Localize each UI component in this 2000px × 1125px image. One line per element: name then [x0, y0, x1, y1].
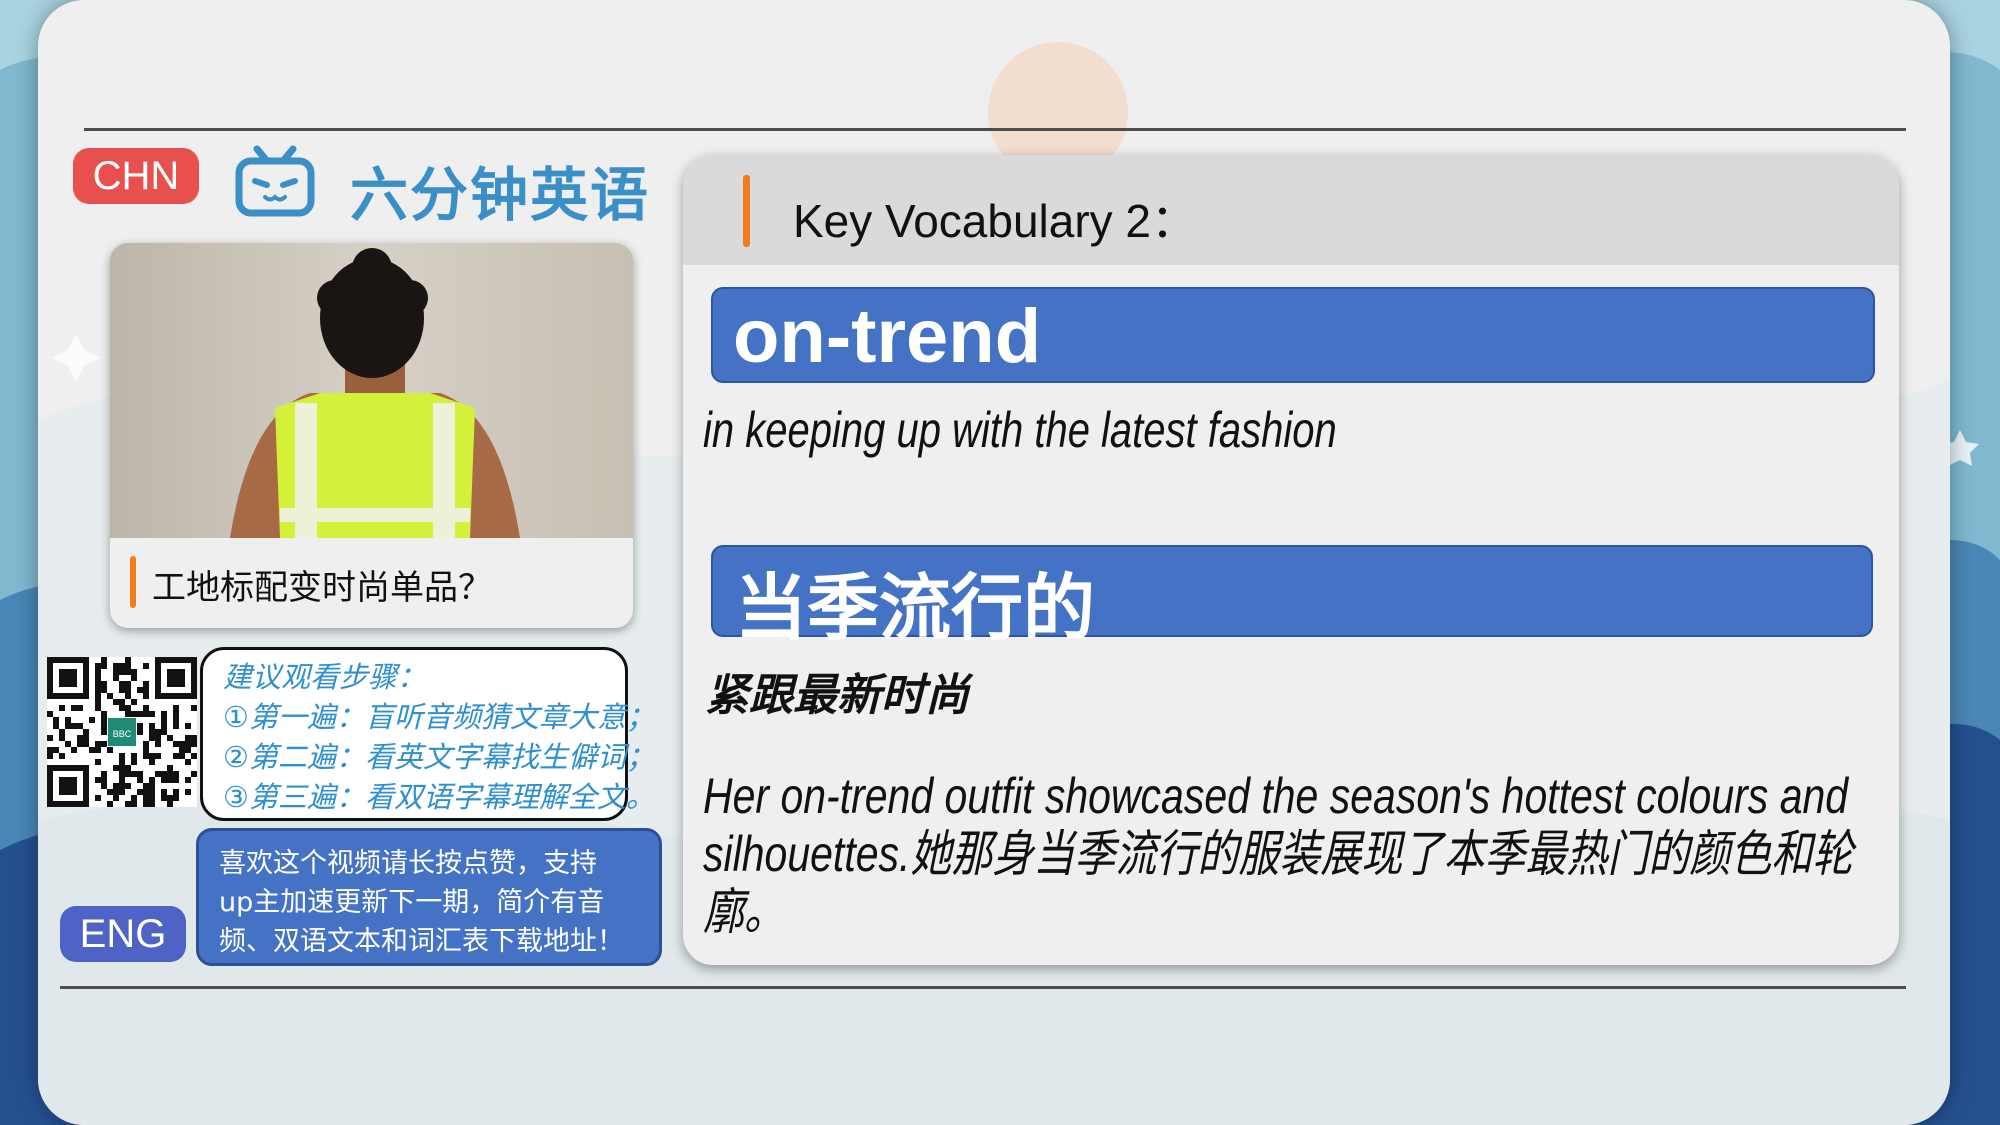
- promo-box: 喜欢这个视频请长按点赞，支持 up主加速更新下一期，简介有音 频、双语文本和词汇…: [196, 828, 662, 966]
- top-divider: [84, 128, 1906, 131]
- header-accent: [743, 175, 750, 247]
- vocabulary-header: Key Vocabulary 2：: [683, 155, 1899, 265]
- caption-accent: [130, 556, 136, 608]
- brand-title: 六分钟英语: [350, 161, 651, 229]
- vocabulary-heading: Key Vocabulary 2：: [793, 195, 1198, 247]
- english-definition: in keeping up with the latest fashion: [703, 402, 1337, 458]
- promo-line-3: 频、双语文本和词汇表下载地址！: [219, 926, 624, 957]
- chinese-definition: 紧跟最新时尚: [705, 670, 969, 721]
- qr-center-logo-text: BBC: [113, 729, 132, 739]
- step-1: ①第一遍：盲听音频猜文章大意；: [223, 700, 655, 734]
- english-word-bar: on-trend: [711, 287, 1875, 383]
- example-sentence: Her on-trend outfit showcased the season…: [703, 768, 1854, 940]
- chinese-word: 当季流行的: [735, 566, 1096, 650]
- chinese-word-bar: 当季流行的: [711, 545, 1873, 650]
- chn-badge: CHN: [73, 148, 199, 204]
- promo-line-2: up主加速更新下一期，简介有音: [219, 887, 605, 918]
- thumbnail-caption: 工地标配变时尚单品？: [152, 568, 492, 608]
- promo-line-1: 喜欢这个视频请长按点赞，支持: [219, 848, 597, 879]
- step-2: ②第二遍：看英文字幕找生僻词；: [223, 740, 655, 774]
- thumbnail-image: [110, 243, 633, 538]
- viewing-steps-box: 建议观看步骤： ①第一遍：盲听音频猜文章大意； ②第二遍：看英文字幕找生僻词； …: [200, 647, 655, 821]
- qr-code[interactable]: BBC: [47, 657, 197, 807]
- step-3: ③第三遍：看双语字幕理解全文。: [223, 780, 655, 814]
- english-word: on-trend: [733, 294, 1042, 379]
- eng-badge: ENG: [60, 906, 186, 962]
- bottom-divider: [60, 986, 1906, 989]
- bilibili-tv-icon: [235, 145, 315, 217]
- vocabulary-card: Key Vocabulary 2： on-trend in keeping up…: [683, 155, 1899, 965]
- steps-title: 建议观看步骤：: [223, 660, 427, 694]
